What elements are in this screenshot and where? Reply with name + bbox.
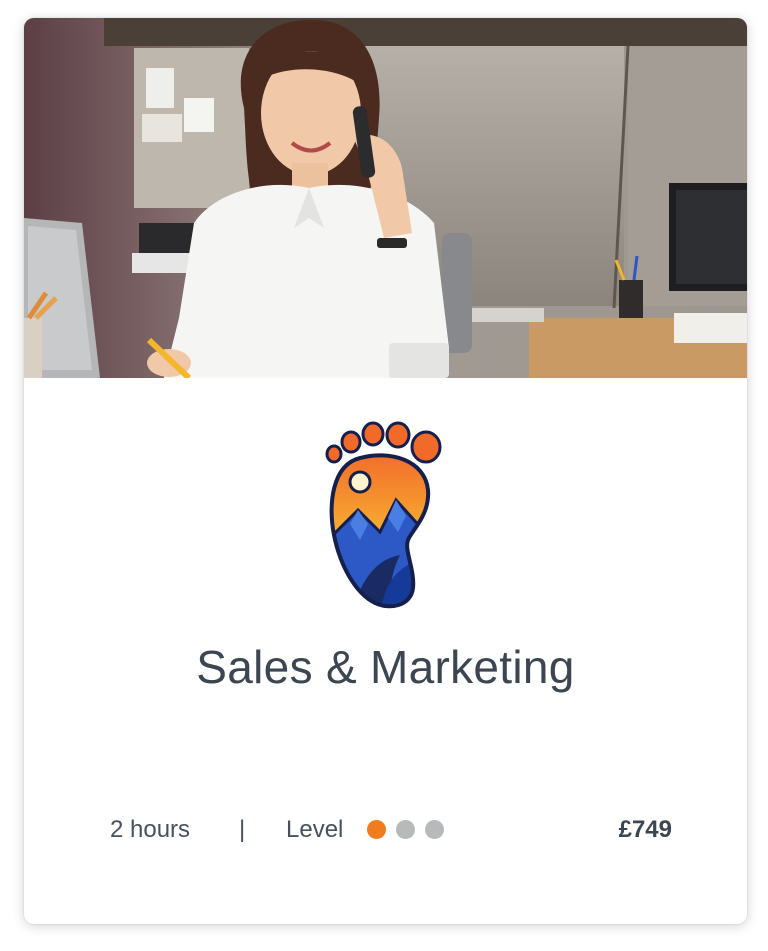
level-dot-2 — [396, 820, 415, 839]
hero-image — [24, 18, 747, 378]
level-dot-1 — [367, 820, 386, 839]
course-duration: 2 hours — [110, 816, 191, 843]
course-card[interactable]: Sales & Marketing 2 hours | Level £749 — [24, 18, 747, 924]
level-indicator — [367, 820, 444, 840]
course-title: Sales & Marketing — [196, 641, 575, 693]
meta-divider: | — [239, 816, 246, 843]
level-dot-3 — [425, 820, 444, 839]
footprint-mountain-logo-icon — [320, 420, 450, 610]
course-price: £749 — [618, 816, 672, 843]
level-label: Level — [286, 816, 344, 843]
